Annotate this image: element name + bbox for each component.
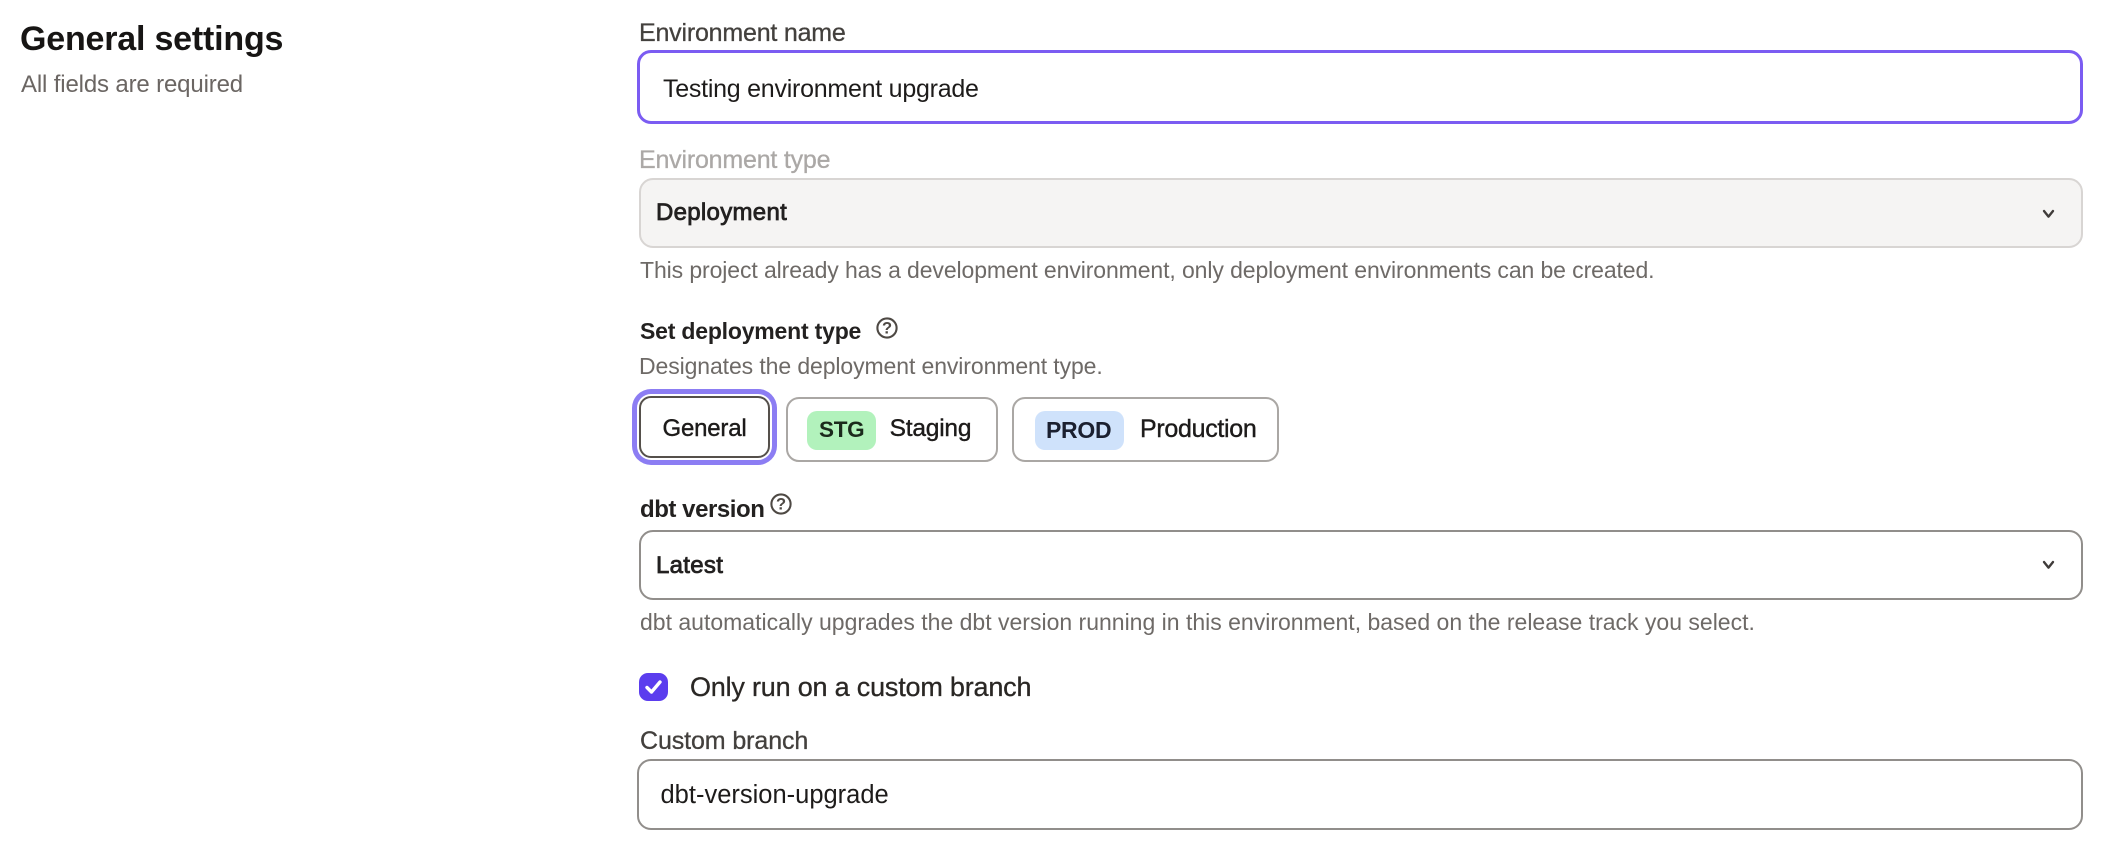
svg-text:?: ? [776, 495, 786, 513]
svg-text:?: ? [881, 319, 891, 337]
